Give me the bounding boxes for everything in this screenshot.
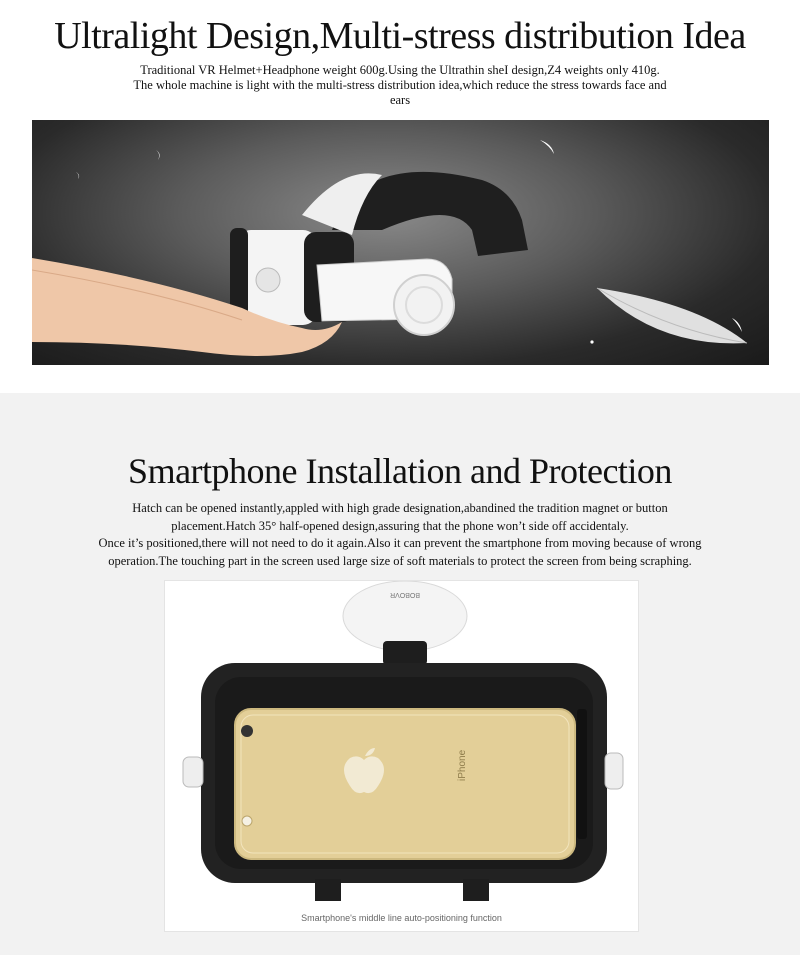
section-title-smartphone: Smartphone Installation and Protection: [128, 451, 672, 491]
side-holder: [577, 709, 587, 839]
crescent-icon: [732, 318, 742, 332]
phone-model-text: iPhone: [457, 749, 468, 781]
section-description-smartphone: Hatch can be opened instantly,appled wit…: [60, 500, 740, 570]
earphone-cup: [393, 274, 455, 336]
camera-lens: [241, 725, 253, 737]
description-line: Hatch can be opened instantly,appled wit…: [132, 501, 668, 515]
description-line: Traditional VR Helmet+Headphone weight 6…: [140, 63, 660, 77]
focus-knob: [255, 267, 281, 293]
smartphone: [234, 708, 576, 860]
top-clip: [383, 641, 427, 665]
crescent-icon: [690, 268, 704, 280]
product-photo-phone-tray: BOBOVR iPhone Smartphone's middle line a…: [164, 580, 639, 932]
photo-caption: Smartphone's middle line auto-positionin…: [301, 913, 502, 923]
crescent-icon: [540, 140, 554, 154]
description-line: The whole machine is light with the mult…: [133, 78, 667, 92]
section-title-ultralight: Ultralight Design,Multi-stress distribut…: [54, 15, 746, 57]
section-description-ultralight: Traditional VR Helmet+Headphone weight 6…: [95, 63, 705, 108]
bottom-clip-left: [315, 879, 341, 901]
description-line: operation.The touching part in the scree…: [108, 553, 692, 568]
description-line: ears: [389, 93, 411, 107]
crescent-icon: [156, 150, 160, 160]
description-line: Once it’s positioned,there will not need…: [98, 536, 702, 550]
left-knob: [182, 756, 204, 788]
bottom-clip-right: [463, 879, 489, 901]
crescent-icon: [76, 172, 80, 179]
headset-illustration: [32, 140, 748, 356]
product-photo-headset-on-hand: [32, 120, 769, 365]
right-knob: [604, 752, 624, 790]
description-line: placement.Hatch 35° half-opened design,a…: [171, 518, 629, 533]
brand-text: BOBOVR: [390, 591, 420, 598]
feather-icon: [596, 287, 748, 344]
phone-tray-illustration: BOBOVR iPhone: [182, 581, 624, 901]
flash: [241, 815, 253, 827]
section-ultralight: Ultralight Design,Multi-stress distribut…: [0, 0, 800, 393]
